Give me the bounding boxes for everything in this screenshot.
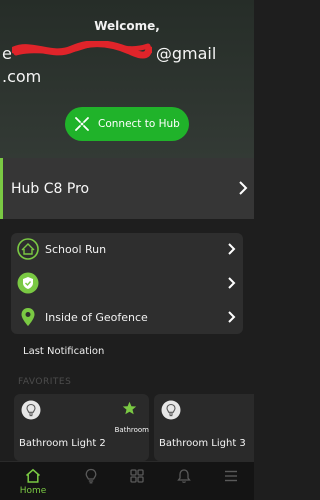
status-row-mode[interactable]: School Run [11,234,243,264]
bell-icon [177,469,191,483]
email-domain-line: .com [2,67,42,86]
home-mode-icon [17,238,39,260]
bulb-outline-icon [85,468,97,484]
location-pin-icon [21,308,35,326]
status-card: School Run Inside of Geofence [11,233,243,334]
hub-connect-icon [75,117,89,131]
chevron-right-icon [239,181,248,195]
bottom-navigation: Home [0,461,254,500]
menu-icon [225,470,237,482]
nav-menu[interactable] [207,462,255,500]
device-card-bathroom-light-3[interactable]: Bathroom Light 3 [154,394,254,461]
nav-dashboards[interactable] [113,462,161,500]
last-notification-heading: Last Notification [23,346,105,357]
chevron-right-icon [228,243,236,255]
connect-to-hub-button[interactable]: Connect to Hub [65,107,189,141]
email-visible-part: e [2,44,12,63]
header-section: Welcome, e @gmail .com Connect to Hub [0,0,254,158]
shield-check-icon [17,272,39,294]
bulb-icon [21,400,41,420]
nav-home-label: Home [19,486,47,496]
favorites-heading: FAVORITES [18,377,72,387]
device-room-tag: Bathroom [114,426,149,434]
geofence-label: Inside of Geofence [45,310,148,324]
hub-name: Hub C8 Pro [11,180,90,197]
nav-devices[interactable] [67,462,115,500]
connect-button-label: Connect to Hub [98,118,180,130]
grid-icon [130,469,144,483]
mode-label: School Run [45,242,107,256]
redaction-scribble [12,41,152,59]
home-icon [26,468,40,483]
status-row-security[interactable] [11,268,243,298]
nav-home[interactable]: Home [9,462,57,500]
chevron-right-icon [228,277,236,289]
device-card-bathroom-light-2[interactable]: Bathroom Bathroom Light 2 [14,394,149,461]
nav-notifications[interactable] [160,462,208,500]
device-name: Bathroom Light 3 [159,438,246,449]
status-row-geofence[interactable]: Inside of Geofence [11,302,243,332]
bulb-icon [161,400,181,420]
welcome-text: Welcome, [94,19,160,33]
hub-selector-row[interactable]: Hub C8 Pro [0,158,254,219]
favorite-star-icon[interactable] [122,401,137,416]
chevron-right-icon [228,311,236,323]
email-suffix: @gmail [155,44,217,63]
device-name: Bathroom Light 2 [19,438,106,449]
